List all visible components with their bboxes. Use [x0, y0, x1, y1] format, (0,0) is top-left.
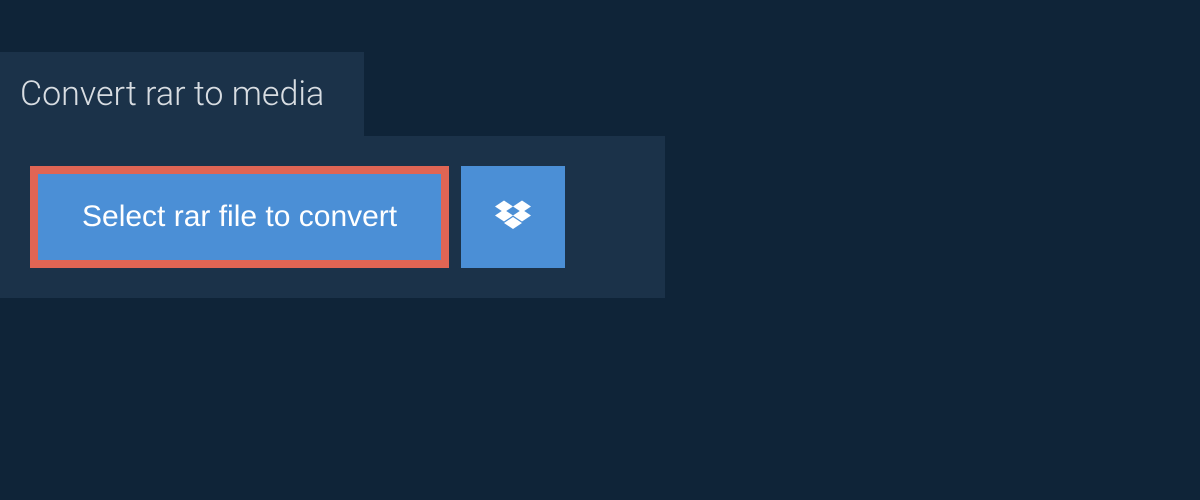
select-file-button[interactable]: Select rar file to convert — [30, 166, 449, 268]
header-tab: Convert rar to media — [0, 52, 364, 136]
dropbox-icon — [495, 200, 531, 234]
action-panel: Select rar file to convert — [0, 136, 665, 298]
dropbox-button[interactable] — [461, 166, 565, 268]
page-title: Convert rar to media — [20, 74, 324, 114]
select-file-label: Select rar file to convert — [82, 200, 397, 234]
